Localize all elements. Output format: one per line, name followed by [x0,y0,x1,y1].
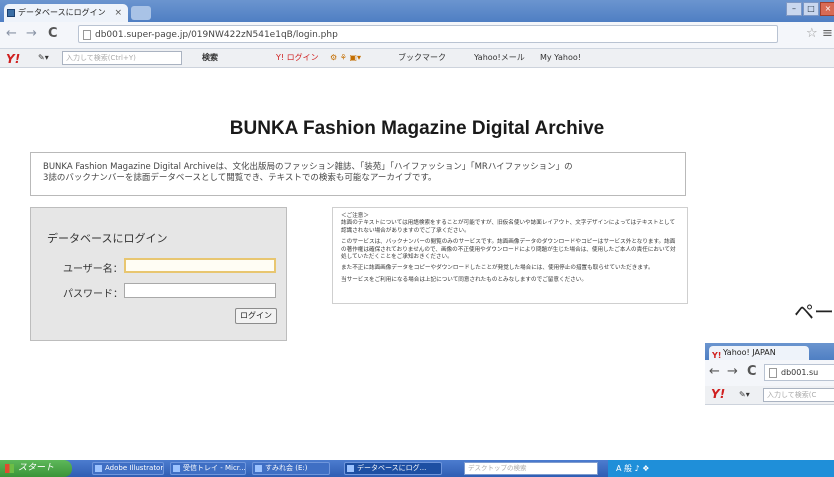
second-reload-icon[interactable]: C [747,364,757,380]
start-label: スタート [18,463,55,473]
browser-tab[interactable]: データベースにログイン × [4,4,128,22]
folder-icon [255,465,262,472]
new-tab-button[interactable] [131,6,151,20]
reload-icon[interactable]: C [48,26,58,42]
description-line-1: BUNKA Fashion Magazine Digital Archiveは、… [43,162,573,172]
second-yahoo-logo-icon[interactable]: Y! [711,387,725,401]
pencil-icon[interactable]: ✎▾ [38,51,49,65]
login-button[interactable]: ログイン [235,308,277,324]
taskbar-item-label: Adobe Illustrator... [105,464,164,472]
close-window-button[interactable]: × [820,2,834,16]
taskbar-item-label: 受信トレイ - Micr... [183,464,246,472]
second-document-icon [769,368,777,378]
yahoo-toolbar: Y! ✎▾ 入力して検索(Ctrl+Y) 検索 Y! ログイン ⚙ ⚘ ▣▾ ブ… [0,49,834,68]
mail-icon [173,465,180,472]
back-arrow-icon[interactable]: ← [6,26,17,42]
navigation-bar: ← → C db001.super-page.jp/019NW422zN541e… [0,22,834,49]
address-bar[interactable]: db001.super-page.jp/019NW422zN541e1qB/lo… [78,25,778,43]
taskbar-item[interactable]: Adobe Illustrator... [92,462,164,475]
taskbar-item-label: すみれ会 (E:) [265,464,308,472]
login-panel: データベースにログイン ユーザー名： パスワード： ログイン [30,207,287,341]
second-yahoo-toolbar: Y! ✎▾ 入力して検索(C [705,386,834,405]
second-window-titlebar: Y! Yahoo! JAPAN [705,343,834,360]
toolbar-extra-icon[interactable]: ⚙ ⚘ ▣▾ [330,51,361,65]
second-window-tab[interactable]: Y! Yahoo! JAPAN [709,346,809,360]
notice-paragraph-3: また不正に誌面画像データをコピーやダウンロードしたことが発覚した場合には、使用停… [341,265,654,272]
taskbar-item-active[interactable]: データベースにログ... [344,462,442,475]
second-forward-arrow-icon[interactable]: → [727,364,738,380]
second-tab-title: Yahoo! JAPAN [723,348,776,357]
document-icon [83,30,91,40]
address-url: db001.super-page.jp/019NW422zN541e1qB/lo… [95,30,338,40]
taskbar-item[interactable]: 受信トレイ - Micr... [170,462,246,475]
description-line-2: 3誌のバックナンバーを誌面データベースとして閲覧でき、テキストでの検索も可能なア… [43,173,437,183]
notice-paragraph-4: 当サービスをご利用になる場合は上記について同意されたものとみなしますのでご留意く… [341,276,587,283]
partial-side-text: ペー [794,300,834,324]
password-label: パスワード： [63,289,123,300]
yahoo-search-button[interactable]: 検索 [202,51,218,65]
tab-close-icon[interactable]: × [114,4,122,22]
second-pencil-icon[interactable]: ✎▾ [739,388,750,402]
bookmark-star-icon[interactable]: ☆ [806,26,818,41]
maximize-button[interactable]: □ [803,2,819,16]
notice-paragraph-2: このサービスは、バックナンバーの閲覧のみのサービスです。誌面画像データのダウンロ… [341,239,676,261]
second-browser-window[interactable]: Y! Yahoo! JAPAN ← → C db001.su Y! ✎▾ 入力し… [705,343,834,460]
yahoo-search-input[interactable]: 入力して検索(Ctrl+Y) [62,51,182,65]
second-yahoo-search-input[interactable]: 入力して検索(C [763,388,834,402]
login-heading: データベースにログイン [47,232,168,245]
browser-titlebar: データベースにログイン × – □ × [0,0,834,22]
tab-title: データベースにログイン [18,8,106,17]
yahoo-logo-icon[interactable]: Y! [6,50,20,68]
description-box: BUNKA Fashion Magazine Digital Archiveは、… [30,152,686,196]
page-favicon-icon [7,9,15,17]
second-window-navbar: ← → C db001.su [705,360,834,387]
username-label: ユーザー名： [63,264,123,275]
page-title: BUNKA Fashion Magazine Digital Archive [229,118,605,139]
desktop-search-input[interactable]: デスクトップの検索 [464,462,598,475]
username-input[interactable] [124,258,276,273]
second-address-url: db001.su [781,368,819,377]
browser-icon [347,465,354,472]
notice-paragraph-1: 誌面のテキストについては用語検索をすることが可能ですが、旧仮名使いや誌面レイアウ… [341,220,676,234]
menu-icon[interactable]: ≡ [822,26,833,41]
yahoo-mail-link[interactable]: Yahoo!メール [474,51,525,65]
forward-arrow-icon[interactable]: → [26,26,37,42]
taskbar-item-label: データベースにログ... [357,464,427,472]
password-input[interactable] [124,283,276,298]
second-address-bar[interactable]: db001.su [764,364,834,381]
windows-flag-icon [5,464,14,473]
yahoo-login-button[interactable]: Y! ログイン [276,51,319,65]
start-button[interactable]: スタート [0,460,72,477]
taskbar-item[interactable]: すみれ会 (E:) [252,462,330,475]
bookmarks-menu[interactable]: ブックマーク [398,51,446,65]
minimize-button[interactable]: – [786,2,802,16]
system-tray: A 般 ♪ ❖ [608,460,834,477]
notice-box: ＜ご注意＞ 誌面のテキストについては用語検索をすることが可能ですが、旧仮名使いや… [332,207,688,304]
second-back-arrow-icon[interactable]: ← [709,364,720,380]
illustrator-icon [95,465,102,472]
taskbar: スタート Adobe Illustrator... 受信トレイ - Micr..… [0,460,834,477]
my-yahoo-link[interactable]: My Yahoo! [540,51,581,65]
